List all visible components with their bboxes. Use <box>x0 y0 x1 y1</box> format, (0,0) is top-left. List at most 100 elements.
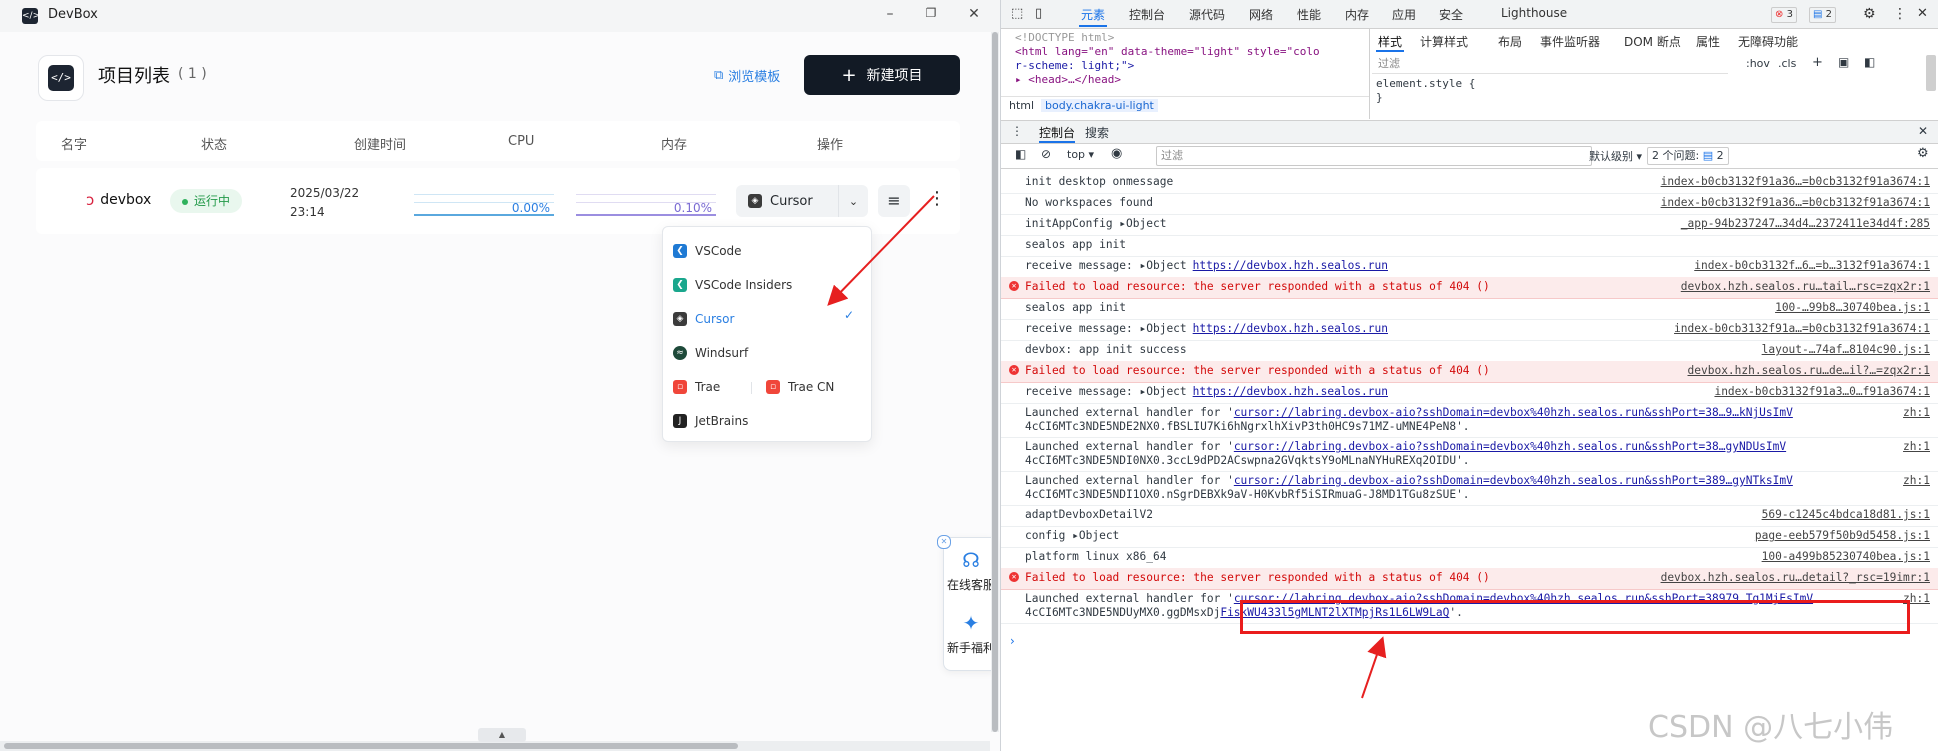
console-row[interactable]: receive message: ▸Object https://devbox.h… <box>1001 382 1938 404</box>
browse-templates-link[interactable]: ⧉ 浏览模板 <box>714 66 780 85</box>
head-line[interactable]: ▸ <head>…</head> <box>1015 73 1121 87</box>
more-vertical-icon[interactable]: ⋮ <box>928 188 946 209</box>
project-name[interactable]: ↄ devbox <box>86 191 151 209</box>
console-row[interactable]: ✕ Failed to load resource: the server res… <box>1001 568 1938 590</box>
console-source-link[interactable]: index-b0cb3132f91a36…=b0cb3132f91a3674:1 <box>1661 196 1930 210</box>
console-source-link[interactable]: page-eeb579f50b9d5458.js:1 <box>1755 529 1930 543</box>
device-toolbar-icon[interactable]: ▯ <box>1035 6 1042 21</box>
console-settings-icon[interactable]: ⚙ <box>1917 146 1929 161</box>
new-project-button[interactable]: + 新建项目 <box>804 55 960 95</box>
tab-styles[interactable]: 样式 <box>1375 33 1405 52</box>
console-source-link[interactable]: layout-…74af…8104c90.js:1 <box>1762 343 1930 357</box>
console-row[interactable]: devbox: app init success layout-…74af…810… <box>1001 340 1938 362</box>
tab-network[interactable]: 网络 <box>1249 6 1273 23</box>
console-row[interactable]: No workspaces found index-b0cb3132f91a36…… <box>1001 193 1938 215</box>
cls-toggle[interactable]: .cls <box>1778 57 1796 70</box>
minimize-icon[interactable]: – <box>880 6 900 22</box>
menu-item-windsurf[interactable]: ≈ Windsurf <box>673 342 748 364</box>
console-source-link[interactable]: index-b0cb3132f91a…=b0cb3132f91a3674:1 <box>1674 322 1930 336</box>
styles-filter-input[interactable]: 过滤 <box>1372 55 1728 74</box>
more-options-icon[interactable]: ⋮ <box>1893 6 1907 22</box>
sidebar-toggle-icon[interactable]: ◧ <box>1864 55 1875 69</box>
console-source-link[interactable]: index-b0cb3132f…6…=b…3132f91a3674:1 <box>1694 259 1930 273</box>
close-devtools-icon[interactable]: ✕ <box>1917 6 1928 21</box>
console-row[interactable]: receive message: ▸Object https://devbox.h… <box>1001 256 1938 278</box>
console-source-link[interactable]: zh:1 <box>1903 474 1930 488</box>
ide-select[interactable]: ◈ Cursor ⌄ <box>736 185 868 217</box>
styles-scrollbar[interactable] <box>1926 55 1936 91</box>
drawer-menu-icon[interactable]: ⋮ <box>1011 124 1023 138</box>
breadcrumb-body[interactable]: body.chakra-ui-light <box>1041 99 1158 112</box>
close-drawer-icon[interactable]: ✕ <box>1918 124 1928 138</box>
console-prompt[interactable]: › <box>1010 634 1015 648</box>
element-style-rule[interactable]: element.style { <box>1376 77 1475 90</box>
restore-icon[interactable]: ❐ <box>921 6 941 20</box>
doctype-line[interactable]: <!DOCTYPE html> <box>1015 31 1114 45</box>
console-source-link[interactable]: index-b0cb3132f91a3…0…f91a3674:1 <box>1714 385 1930 399</box>
console-row[interactable]: init desktop onmessage index-b0cb3132f91a… <box>1001 172 1938 194</box>
tab-layout[interactable]: 布局 <box>1498 33 1522 50</box>
console-row[interactable]: adaptDevboxDetailV2 569-c1245c4bdca18d81.… <box>1001 505 1938 527</box>
console-source-link[interactable]: zh:1 <box>1903 440 1930 454</box>
console-link[interactable]: cursor://labring.devbox-aio?sshDomain=de… <box>1234 474 1793 487</box>
hov-toggle[interactable]: :hov <box>1746 57 1770 70</box>
tab-dom-breakpoints[interactable]: DOM 断点 <box>1624 33 1681 50</box>
tab-performance[interactable]: 性能 <box>1297 6 1321 23</box>
horizontal-scrollbar[interactable] <box>0 741 990 751</box>
console-row[interactable]: Launched external handler for 'cursor://… <box>1001 403 1938 438</box>
console-row[interactable]: config ▸Object page-eeb579f50b9d5458.js:1 <box>1001 526 1938 548</box>
console-link[interactable]: cursor://labring.devbox-aio?sshDomain=de… <box>1234 440 1786 453</box>
console-row[interactable]: platform linux x86_64 100-a499b85230740be… <box>1001 547 1938 569</box>
console-row[interactable]: sealos app init <box>1001 235 1938 257</box>
console-filter-input[interactable]: 过滤 <box>1156 146 1592 166</box>
tab-sources[interactable]: 源代码 <box>1189 6 1225 23</box>
console-link[interactable]: cursor://labring.devbox-aio?sshDomain=de… <box>1234 406 1793 419</box>
chevron-down-icon[interactable]: ⌄ <box>839 195 868 208</box>
tab-computed[interactable]: 计算样式 <box>1420 33 1468 50</box>
console-source-link[interactable]: devbox.hzh.sealos.ru…tail…rsc=zqx2r:1 <box>1681 280 1930 294</box>
tab-lighthouse[interactable]: Lighthouse <box>1501 6 1567 20</box>
tab-security[interactable]: 安全 <box>1439 6 1463 23</box>
tab-accessibility[interactable]: 无障碍功能 <box>1738 33 1798 50</box>
console-source-link[interactable]: devbox.hzh.sealos.ru…detail?_rsc=19imr:1 <box>1661 571 1930 585</box>
sidebar-icon[interactable]: ◧ <box>1015 147 1026 161</box>
close-window-icon[interactable]: ✕ <box>964 6 984 22</box>
console-source-link[interactable]: 569-c1245c4bdca18d81.js:1 <box>1762 508 1930 522</box>
collapse-handle-icon[interactable]: ▲ <box>478 728 526 742</box>
tab-application[interactable]: 应用 <box>1392 6 1416 23</box>
drawer-tab-search[interactable]: 搜索 <box>1085 124 1109 141</box>
close-icon[interactable]: ✕ <box>937 535 951 549</box>
console-row[interactable]: Launched external handler for 'cursor://… <box>1001 437 1938 472</box>
console-row[interactable]: initAppConfig ▸Object _app-94b237247…34d4… <box>1001 214 1938 236</box>
breadcrumb-html[interactable]: html <box>1005 99 1038 112</box>
context-select[interactable]: top ▾ <box>1067 148 1094 161</box>
console-source-link[interactable]: devbox.hzh.sealos.ru…de…il?…=zqx2r:1 <box>1688 364 1930 378</box>
console-link[interactable]: https://devbox.hzh.sealos.run <box>1193 259 1388 272</box>
console-row[interactable]: sealos app init 100-…99b8…30740bea.js:1 <box>1001 298 1938 320</box>
message-count-badge[interactable]: ▤ 2 <box>1809 7 1837 23</box>
console-source-link[interactable]: _app-94b237247…34d4…2372411e34d4f:285 <box>1681 217 1930 231</box>
console-link[interactable]: https://devbox.hzh.sealos.run <box>1193 385 1388 398</box>
online-support-button[interactable]: ☊ 在线客服 <box>944 548 998 593</box>
log-levels-select[interactable]: 默认级别 ▾ <box>1589 148 1642 164</box>
tab-event-listeners[interactable]: 事件监听器 <box>1540 33 1600 50</box>
menu-item-vscode[interactable]: ❮ VSCode <box>673 240 742 262</box>
error-count-badge[interactable]: ⊗ 3 <box>1771 7 1797 23</box>
clear-console-icon[interactable]: ⊘ <box>1041 147 1051 161</box>
tab-memory[interactable]: 内存 <box>1345 6 1369 23</box>
html-line[interactable]: <html lang="en" data-theme="light" style… <box>1015 45 1320 59</box>
add-rule-icon[interactable]: + <box>1812 55 1823 70</box>
menu-item-trae[interactable]: ▫ Trae <box>673 376 720 398</box>
tab-properties[interactable]: 属性 <box>1696 33 1720 50</box>
console-source-link[interactable]: 100-a499b85230740bea.js:1 <box>1762 550 1930 564</box>
inspect-element-icon[interactable]: ⬚ <box>1011 6 1023 21</box>
tab-elements[interactable]: 元素 <box>1078 6 1108 27</box>
vertical-scrollbar[interactable] <box>991 32 999 732</box>
menu-item-cursor[interactable]: ◈ Cursor <box>673 308 734 330</box>
console-row[interactable]: ✕ Failed to load resource: the server res… <box>1001 361 1938 383</box>
console-row[interactable]: receive message: ▸Object https://devbox.h… <box>1001 319 1938 341</box>
paint-icon[interactable]: ▣ <box>1838 55 1849 69</box>
tab-console[interactable]: 控制台 <box>1129 6 1165 23</box>
newbie-welfare-button[interactable]: ✦ 新手福利 <box>944 611 998 656</box>
eye-icon[interactable]: ◉ <box>1111 146 1122 161</box>
